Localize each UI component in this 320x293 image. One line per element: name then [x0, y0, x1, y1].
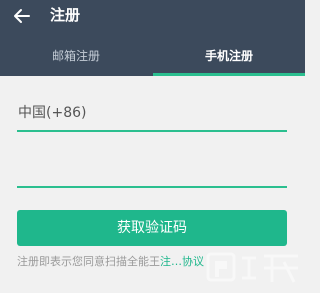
pc6-watermark-logo: [206, 252, 298, 283]
get-verification-code-button[interactable]: 获取验证码: [17, 210, 287, 246]
active-tab-indicator: [153, 73, 305, 76]
title-bar: 注册: [0, 0, 305, 34]
app-header: 注册 邮箱注册 手机注册: [0, 0, 305, 76]
country-code-value: 中国(+86): [18, 105, 87, 121]
page-title: 注册: [50, 6, 81, 24]
phone-number-input[interactable]: [17, 150, 287, 184]
arrow-left-icon[interactable]: [12, 6, 32, 26]
agreement-prefix: 注册即表示您同意扫描全能王: [17, 255, 160, 268]
agreement-text: 注册即表示您同意扫描全能王注…协议: [17, 254, 204, 270]
tab-phone-register[interactable]: 手机注册: [153, 46, 305, 76]
country-code-selector[interactable]: 中国(+86): [17, 100, 287, 132]
agreement-link[interactable]: 注…协议: [160, 255, 204, 268]
tab-email-register[interactable]: 邮箱注册: [0, 46, 152, 76]
phone-number-field[interactable]: [17, 150, 287, 188]
